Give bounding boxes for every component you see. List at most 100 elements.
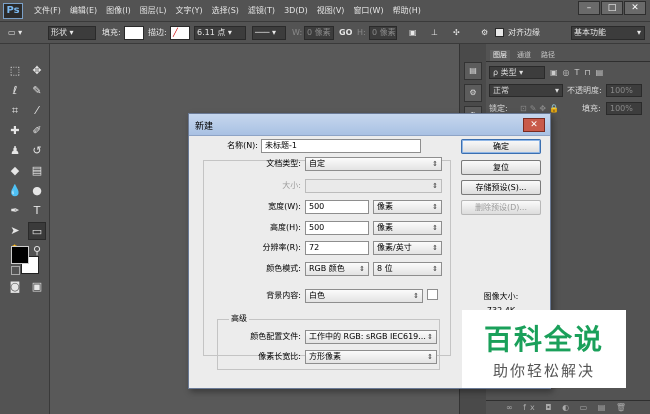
tab-layers[interactable]: 图层: [490, 50, 510, 61]
ok-button[interactable]: 确定: [461, 139, 541, 154]
background-color-swatch[interactable]: [427, 289, 438, 300]
resolution-unit-select[interactable]: 像素/英寸 ⇕: [373, 241, 442, 255]
height-unit-select[interactable]: 像素 ⇕: [373, 221, 442, 235]
menu-type[interactable]: 文字(Y): [175, 5, 202, 16]
quick-mask-icon[interactable]: ◙: [6, 278, 24, 296]
chevron-down-icon: ⇕: [432, 265, 438, 273]
menu-layer[interactable]: 图层(L): [140, 5, 167, 16]
reset-button[interactable]: 复位: [461, 160, 541, 175]
path-operations-icon[interactable]: ▣: [409, 26, 417, 40]
delete-preset-button[interactable]: 删除预设(D)...: [461, 200, 541, 215]
menu-3d[interactable]: 3D(D): [284, 6, 308, 15]
link-icon[interactable]: GO: [339, 26, 352, 40]
eyedropper-tool-icon[interactable]: ⁄: [28, 102, 46, 120]
opacity-field[interactable]: 100%: [606, 84, 642, 97]
window-controls: – □ ✕: [577, 1, 646, 15]
size-select[interactable]: ⇕: [305, 179, 442, 193]
pixel-aspect-label: 像素长宽比:: [258, 352, 301, 361]
tool-preset-icon[interactable]: ▭ ▾: [8, 26, 22, 40]
menu-items: 文件(F) 编辑(E) 图像(I) 图层(L) 文字(Y) 选择(S) 滤镜(T) 3D(D)…: [34, 5, 430, 16]
stroke-label: 描边:: [148, 28, 167, 37]
close-icon[interactable]: ✕: [523, 118, 545, 132]
menu-window[interactable]: 窗口(W): [353, 5, 383, 16]
healing-brush-tool-icon[interactable]: ✚: [6, 122, 24, 140]
eraser-tool-icon[interactable]: ◆: [6, 162, 24, 180]
tools-panel: ⬚ ✥ ℓ ✎ ⌗ ⁄ ✚ ✐ ♟ ↺ ◆ ▤ 💧 ● ✒ T ➤ ▭ ✋ ⚲ …: [0, 44, 50, 414]
rectangle-tool-icon[interactable]: ▭: [28, 222, 46, 240]
pixel-aspect-select[interactable]: 方形像素 ⇕: [305, 350, 437, 364]
name-label: 名称(N):: [227, 141, 258, 150]
doc-type-select[interactable]: 自定 ⇕: [305, 157, 442, 171]
screen-mode-icon[interactable]: ▣: [28, 278, 46, 296]
properties-panel-icon[interactable]: ⚙: [464, 84, 482, 102]
menu-edit[interactable]: 编辑(E): [70, 5, 97, 16]
menu-view[interactable]: 视图(V): [317, 5, 345, 16]
w-field[interactable]: 0 像素: [304, 26, 334, 40]
height-unit-value: 像素: [377, 223, 393, 232]
tab-paths[interactable]: 路径: [538, 50, 558, 61]
fill-field[interactable]: 100%: [606, 102, 642, 115]
h-field[interactable]: 0 像素: [369, 26, 397, 40]
width-unit-select[interactable]: 像素 ⇕: [373, 200, 442, 214]
resolution-input[interactable]: 72: [305, 241, 369, 255]
lasso-tool-icon[interactable]: ℓ: [6, 82, 24, 100]
blur-tool-icon[interactable]: 💧: [6, 182, 24, 200]
default-colors-icon[interactable]: [11, 266, 20, 275]
type-tool-icon[interactable]: T: [28, 202, 46, 220]
menu-image[interactable]: 图像(I): [106, 5, 131, 16]
minimize-button[interactable]: –: [578, 1, 600, 15]
crop-tool-icon[interactable]: ⌗: [6, 102, 24, 120]
save-preset-button[interactable]: 存储预设(S)...: [461, 180, 541, 195]
bit-depth-select[interactable]: 8 位 ⇕: [373, 262, 442, 276]
layers-panel-tabs: 图层 通道 路径: [486, 50, 650, 62]
stroke-type-select[interactable]: ─── ▾: [252, 26, 286, 40]
height-input[interactable]: 500: [305, 221, 369, 235]
color-mode-select[interactable]: RGB 颜色 ⇕: [305, 262, 369, 276]
blend-mode-value: 正常: [493, 86, 509, 95]
width-input[interactable]: 500: [305, 200, 369, 214]
name-input[interactable]: 未标题-1: [261, 139, 421, 153]
path-arrangement-icon[interactable]: ✣: [453, 26, 460, 40]
move-tool-icon[interactable]: ✥: [28, 62, 46, 80]
resolution-label: 分辨率(R):: [262, 243, 302, 252]
foreground-color-swatch[interactable]: [11, 246, 29, 264]
menu-filter[interactable]: 滤镜(T): [248, 5, 275, 16]
layer-filter-icons[interactable]: ▣◎T⊓▤: [550, 66, 646, 80]
color-mode-label: 颜色模式:: [266, 264, 301, 273]
fill-swatch[interactable]: [124, 26, 144, 40]
workspace-select[interactable]: 基本功能 ▾: [571, 26, 645, 40]
maximize-button[interactable]: □: [601, 1, 623, 15]
dodge-tool-icon[interactable]: ●: [28, 182, 46, 200]
background-value: 白色: [309, 291, 325, 300]
w-label: W:: [292, 28, 303, 37]
history-panel-icon[interactable]: ▤: [464, 62, 482, 80]
path-alignment-icon[interactable]: ⊥: [431, 26, 438, 40]
brush-tool-icon[interactable]: ✐: [28, 122, 46, 140]
stroke-swatch[interactable]: ╱: [170, 26, 190, 40]
marquee-tool-icon[interactable]: ⬚: [6, 62, 24, 80]
watermark-subtitle: 助你轻松解决: [492, 362, 595, 380]
quick-select-tool-icon[interactable]: ✎: [28, 82, 46, 100]
blend-mode-select[interactable]: 正常 ▾: [489, 84, 563, 97]
dialog-title-bar[interactable]: 新建 ✕: [189, 114, 550, 136]
gradient-tool-icon[interactable]: ▤: [28, 162, 46, 180]
chevron-down-icon: ⇕: [432, 182, 438, 190]
gear-icon[interactable]: ⚙: [481, 26, 488, 40]
color-profile-label: 颜色配置文件:: [250, 332, 301, 341]
clone-stamp-tool-icon[interactable]: ♟: [6, 142, 24, 160]
color-profile-select[interactable]: 工作中的 RGB: sRGB IEC619... ⇕: [305, 330, 437, 344]
layer-filter-select[interactable]: ρ 类型 ▾: [489, 66, 545, 79]
path-selection-tool-icon[interactable]: ➤: [6, 222, 24, 240]
pen-tool-icon[interactable]: ✒: [6, 202, 24, 220]
history-brush-tool-icon[interactable]: ↺: [28, 142, 46, 160]
shape-mode-select[interactable]: 形状 ▾: [48, 26, 96, 40]
align-edges-checkbox[interactable]: [495, 28, 504, 37]
menu-file[interactable]: 文件(F): [34, 5, 61, 16]
close-window-button[interactable]: ✕: [624, 1, 646, 15]
menu-help[interactable]: 帮助(H): [393, 5, 421, 16]
layers-footer-icons[interactable]: ∞ fx ◘ ◐ ▭ ▤ 🗑: [486, 400, 650, 414]
menu-select[interactable]: 选择(S): [212, 5, 239, 16]
background-select[interactable]: 白色 ⇕: [305, 289, 423, 303]
stroke-size-field[interactable]: 6.11 点 ▾: [194, 26, 246, 40]
tab-channels[interactable]: 通道: [514, 50, 534, 61]
